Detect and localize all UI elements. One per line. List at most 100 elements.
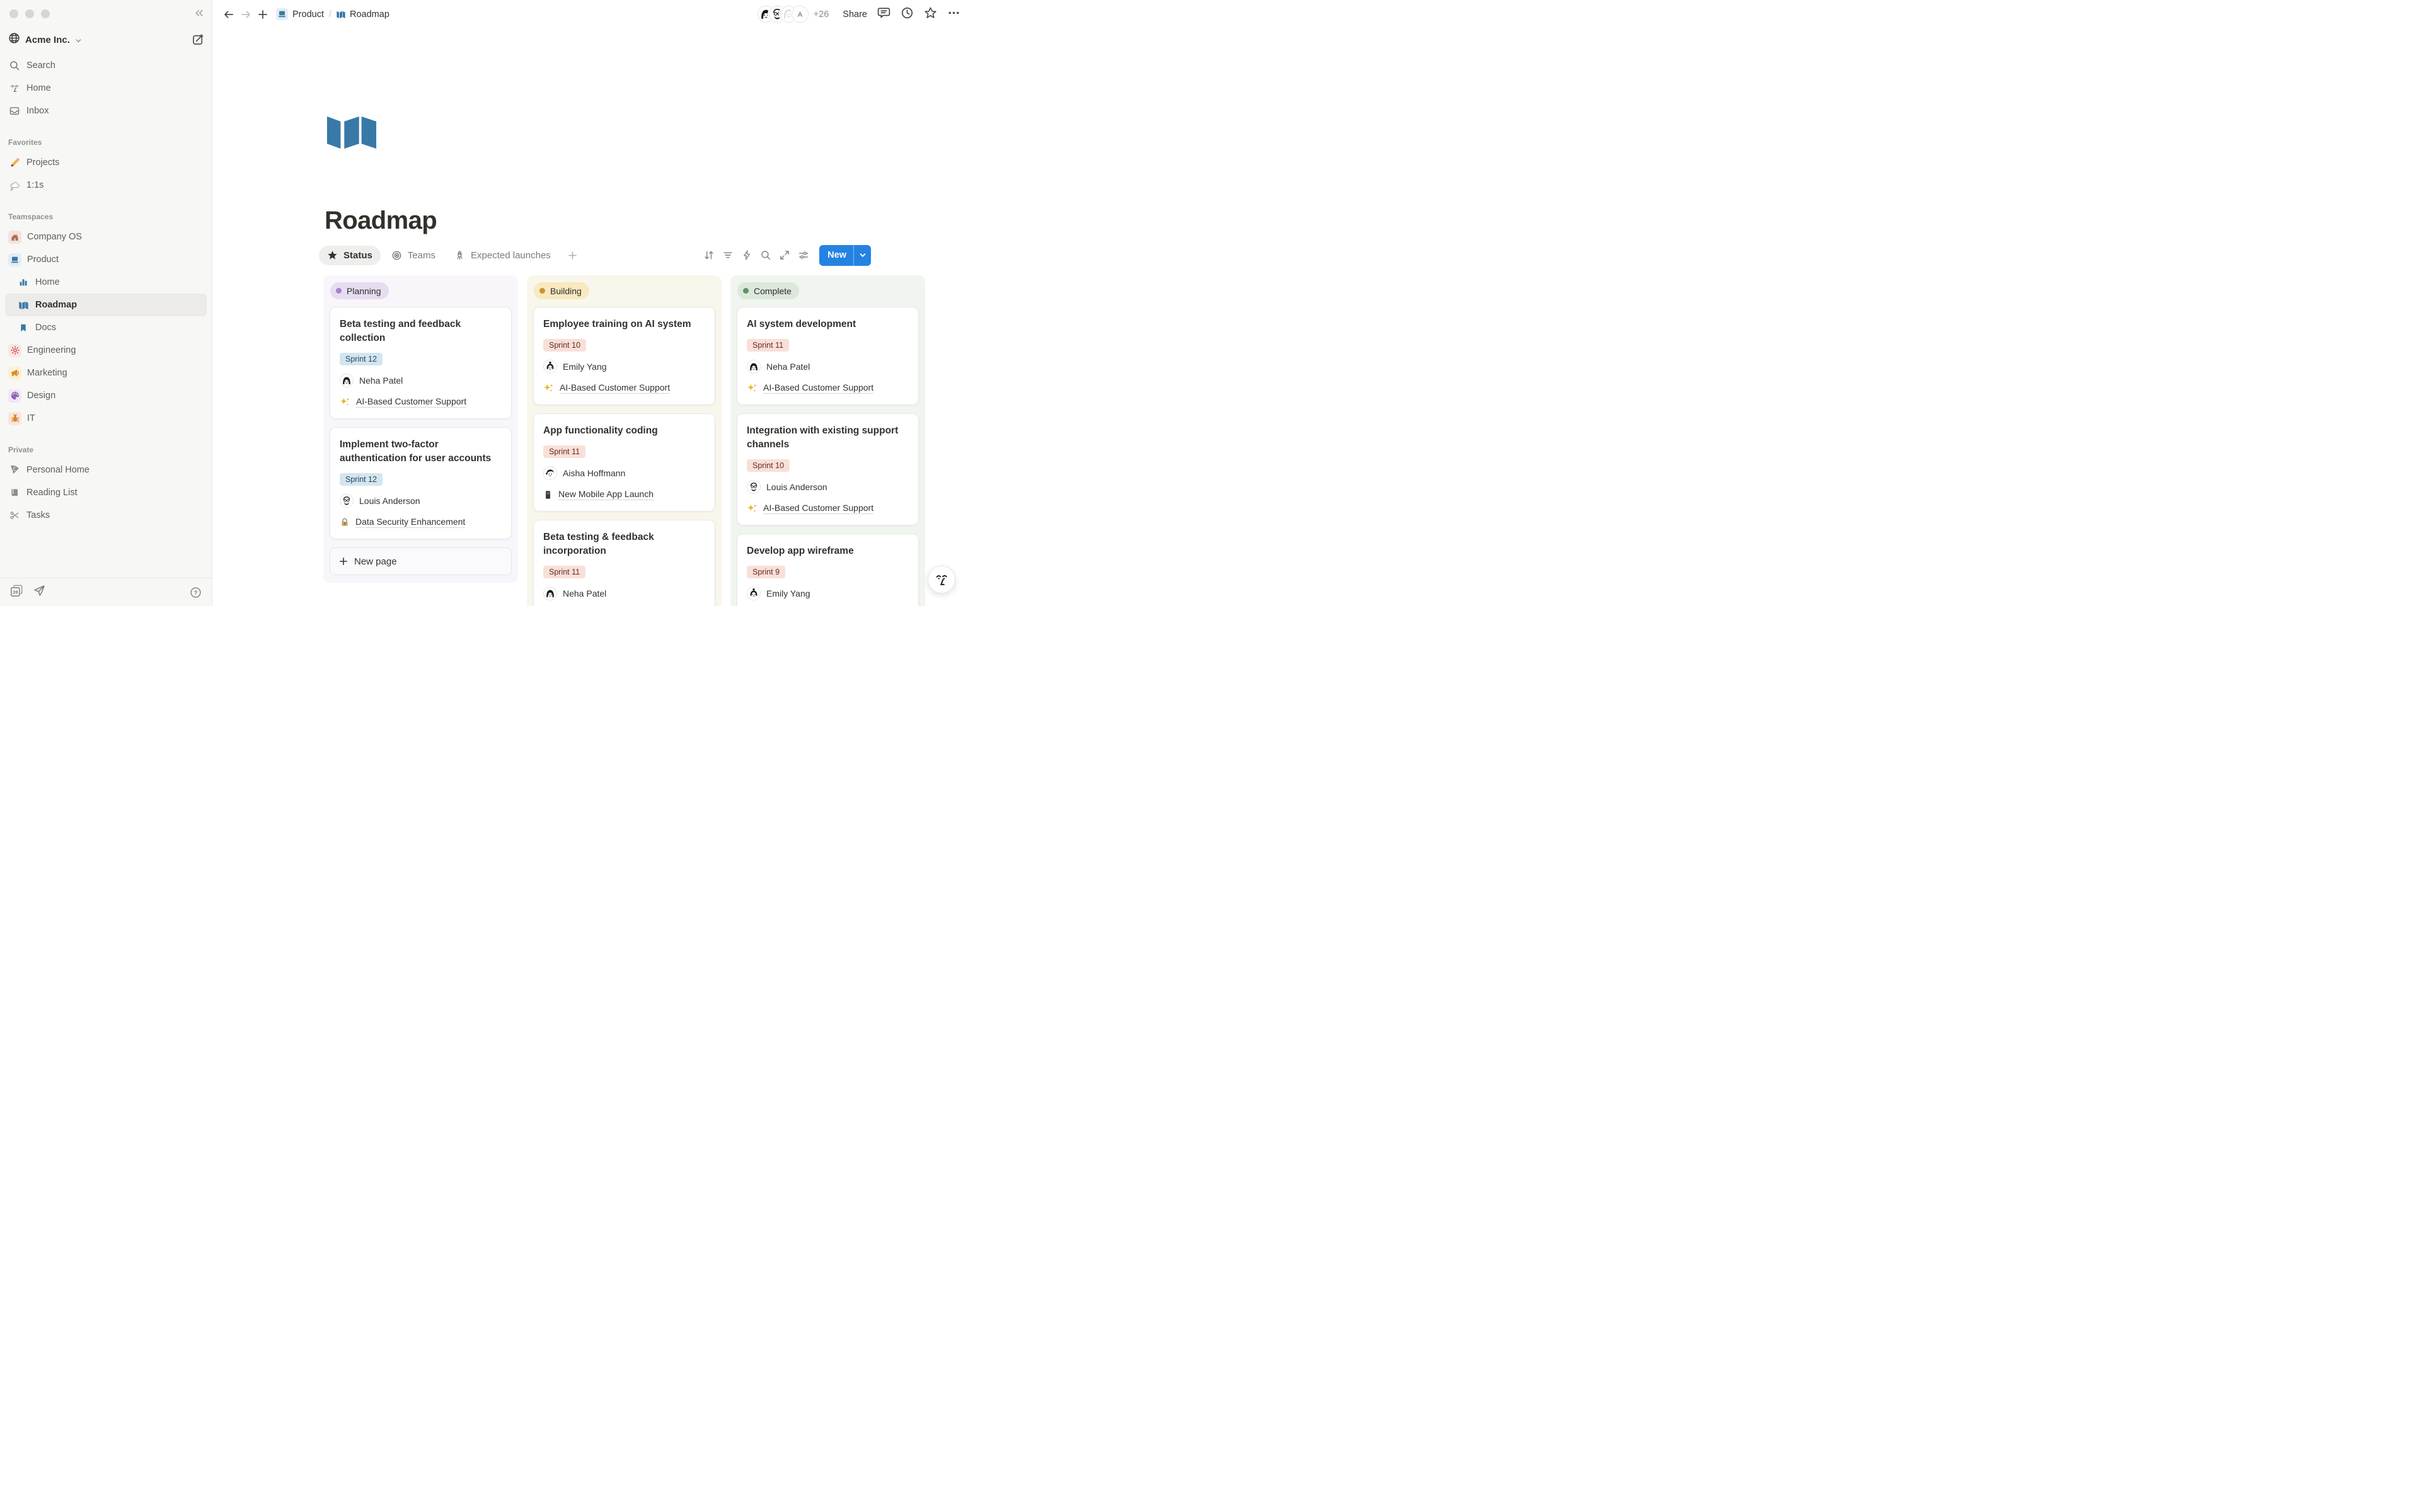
breadcrumb-label: Roadmap [350, 9, 389, 20]
search-view-icon[interactable] [757, 247, 774, 264]
board-card-implement-two-factor-authentication-for-user-accounts[interactable]: Implement two-factor authentication for … [330, 427, 512, 539]
page-icon-map[interactable] [326, 112, 377, 152]
tab-expected-launches[interactable]: Expected launches [446, 246, 559, 265]
calendar-icon[interactable]: 28 [10, 585, 23, 600]
status-dot [539, 288, 545, 294]
sidebar-item-label: Home [35, 277, 60, 287]
workspace-switcher[interactable]: Acme Inc. [8, 29, 204, 50]
card-title: App functionality coding [543, 424, 705, 438]
avatar [340, 494, 354, 508]
card-relation-link[interactable]: New Mobile App Launch [543, 489, 705, 500]
sidebar-section-teamspaces: TeamspacesCompany OSProductHomeRoadmapDo… [0, 209, 212, 430]
sprint-tag: Sprint 11 [543, 566, 585, 578]
help-icon[interactable]: ? [190, 587, 202, 598]
sidebar-item-personal-home[interactable]: Personal Home [0, 459, 212, 481]
sidebar-item-it[interactable]: IT [0, 407, 212, 430]
board-card-employee-training-on-ai-system[interactable]: Employee training on AI systemSprint 10E… [533, 307, 715, 405]
board-card-integration-with-existing-support-channels[interactable]: Integration with existing support channe… [737, 413, 919, 525]
sidebar-item-inbox[interactable]: Inbox [0, 100, 212, 122]
card-relation-link[interactable]: AI-Based Customer Support [747, 503, 909, 514]
sidebar-item-label: Docs [35, 323, 56, 333]
expand-icon[interactable] [776, 247, 793, 264]
column-name: Complete [754, 286, 792, 296]
sidebar-item-company-os[interactable]: Company OS [0, 226, 212, 248]
breadcrumb-roadmap[interactable]: Roadmap [337, 9, 389, 20]
card-relation-link[interactable]: AI-Based Customer Support [747, 382, 909, 394]
sparkles-icon [543, 383, 554, 394]
sidebar-item-docs[interactable]: Docs [0, 316, 212, 339]
window-controls[interactable] [9, 9, 50, 18]
sidebar-item-1-1s[interactable]: 1:1s [0, 174, 212, 197]
avatar [747, 480, 761, 494]
share-button[interactable]: Share [843, 9, 867, 20]
board-card-app-functionality-coding[interactable]: App functionality codingSprint 11Aisha H… [533, 413, 715, 512]
sidebar-item-reading-list[interactable]: Reading List [0, 481, 212, 504]
sidebar-item-label: Inbox [26, 106, 49, 116]
favorite-star-icon[interactable] [924, 6, 937, 23]
board-card-develop-app-wireframe[interactable]: Develop app wireframeSprint 9Emily Yang [737, 534, 919, 606]
map-icon [17, 301, 30, 309]
sidebar-item-roadmap[interactable]: Roadmap [5, 294, 207, 316]
comments-icon[interactable] [877, 6, 890, 23]
column-status-badge[interactable]: Complete [737, 282, 799, 299]
back-arrow-icon[interactable] [220, 6, 237, 23]
zoom-window-icon[interactable] [41, 9, 50, 18]
new-dropdown-button[interactable] [854, 251, 871, 259]
sidebar-item-home[interactable]: Home [0, 77, 212, 100]
lightning-icon[interactable] [738, 247, 755, 264]
collapse-sidebar-icon[interactable]: « [195, 4, 202, 22]
sidebar-item-engineering[interactable]: Engineering [0, 339, 212, 362]
sidebar-item-product[interactable]: Product [0, 248, 212, 271]
bookmark-icon [17, 323, 30, 333]
tab-status[interactable]: Status [319, 246, 381, 265]
bug-icon [8, 412, 21, 425]
view-tabs-row: StatusTeamsExpected launches New [319, 241, 971, 270]
more-icon[interactable] [947, 6, 960, 23]
settings-sliders-icon[interactable] [795, 247, 812, 264]
column-status-badge[interactable]: Building [534, 282, 589, 299]
minimize-window-icon[interactable] [25, 9, 34, 18]
sort-icon[interactable] [700, 247, 717, 264]
card-relation-link[interactable]: AI-Based Customer Support [543, 382, 705, 394]
book-icon [8, 488, 21, 498]
card-relation-link[interactable]: AI-Based Customer Support [340, 396, 502, 408]
send-icon[interactable] [33, 585, 45, 600]
add-view-icon[interactable] [564, 247, 581, 264]
compose-icon[interactable] [192, 33, 204, 46]
ai-face-icon [933, 571, 950, 588]
column-status-badge[interactable]: Planning [330, 282, 389, 299]
sidebar-item-label: Engineering [27, 345, 76, 355]
breadcrumb-product[interactable]: Product [276, 8, 324, 20]
sidebar-item-label: Company OS [27, 232, 82, 242]
board-card-beta-testing-and-feedback-collection[interactable]: Beta testing and feedback collectionSpri… [330, 307, 512, 419]
sidebar-item-search[interactable]: Search [0, 54, 212, 77]
view-toolbar: New [700, 245, 971, 266]
filter-icon[interactable] [719, 247, 736, 264]
assignee-name: Neha Patel [563, 588, 606, 598]
inbox-icon [8, 105, 21, 117]
forward-arrow-icon[interactable] [237, 6, 254, 23]
new-page-label: New page [354, 556, 397, 567]
sidebar-item-design[interactable]: Design [0, 384, 212, 407]
sidebar-item-tasks[interactable]: Tasks [0, 504, 212, 527]
avatar[interactable]: A [792, 6, 809, 23]
new-button[interactable]: New [819, 250, 853, 260]
presence-avatars[interactable]: A [758, 6, 809, 23]
card-assignee: Emily Yang [747, 587, 909, 600]
board-card-beta-testing-feedback-incorporation[interactable]: Beta testing & feedback incorporationSpr… [533, 520, 715, 606]
sidebar-item-projects[interactable]: Projects [0, 151, 212, 174]
board-card-ai-system-development[interactable]: AI system developmentSprint 11Neha Patel… [737, 307, 919, 405]
sidebar-item-label: IT [27, 413, 35, 423]
notion-ai-button[interactable] [928, 566, 955, 593]
sidebar-item-marketing[interactable]: Marketing [0, 362, 212, 384]
avatar [340, 374, 354, 387]
tab-teams[interactable]: Teams [383, 246, 444, 265]
updates-clock-icon[interactable] [901, 6, 914, 23]
page-title[interactable]: Roadmap [325, 207, 437, 235]
new-page-icon[interactable] [254, 6, 271, 23]
new-page-button[interactable]: New page [330, 547, 512, 575]
sidebar-item-home[interactable]: Home [0, 271, 212, 294]
card-relation-link[interactable]: Data Security Enhancement [340, 517, 502, 528]
close-window-icon[interactable] [9, 9, 18, 18]
sidebar-item-label: Personal Home [26, 465, 89, 475]
